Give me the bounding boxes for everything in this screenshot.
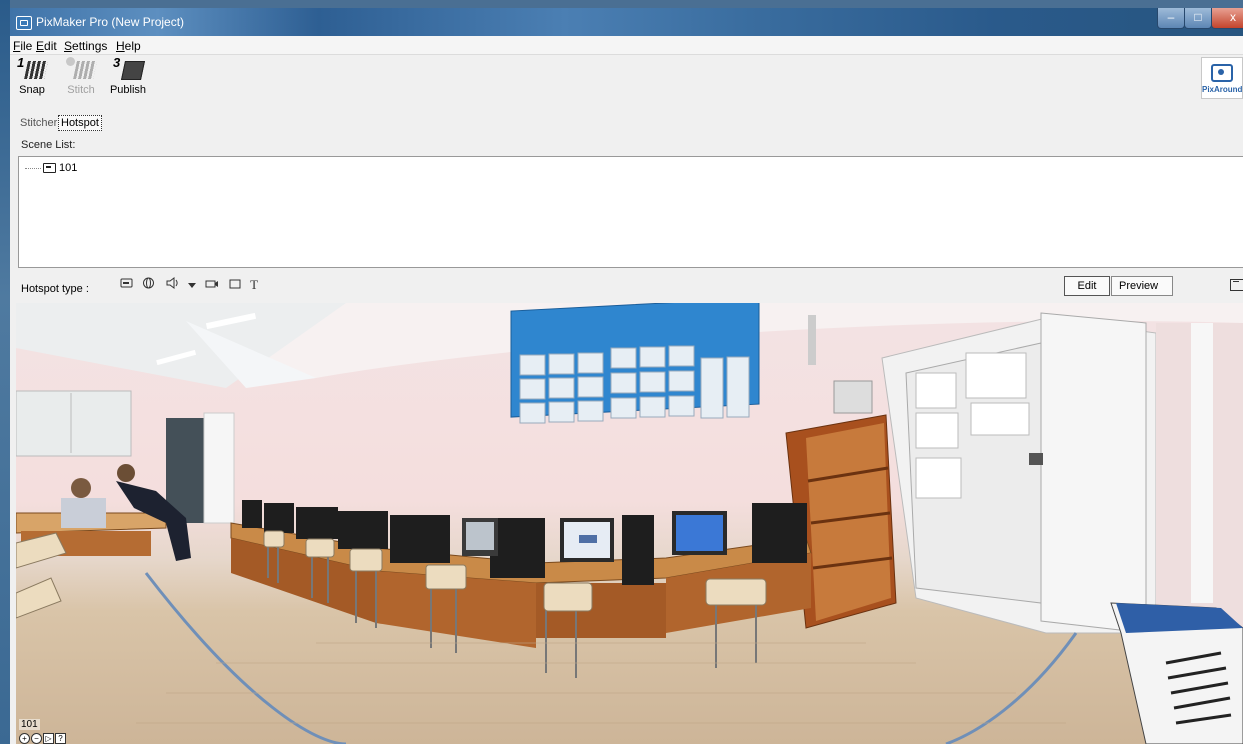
minimize-button[interactable]: – [1157, 8, 1185, 29]
scene-list-label: Scene List: [21, 139, 76, 151]
window-title: PixMaker Pro (New Project) [36, 15, 185, 29]
video-icon[interactable] [205, 278, 219, 292]
menu-settings[interactable]: Settings [64, 39, 107, 53]
publish-button[interactable]: 3 Publish [107, 55, 149, 96]
hotspot-type-label: Hotspot type : [21, 283, 89, 295]
menu-help[interactable]: Help [116, 39, 141, 53]
menu-file[interactable]: File [13, 39, 32, 53]
help-icon[interactable]: ? [55, 733, 66, 744]
app-content: File Edit Settings Help 1 Snap Stitch 3 … [10, 36, 1243, 744]
stitch-icon [66, 57, 97, 81]
snap-button[interactable]: 1 Snap [14, 55, 50, 96]
hotspot-toolbar: Hotspot type : T Edit Preview [10, 272, 1243, 302]
tab-stitcher[interactable]: Stitcher [20, 117, 57, 129]
title-bar[interactable]: PixMaker Pro (New Project) – □ x [10, 8, 1243, 36]
viewer-controls: + − ▷? [19, 733, 67, 744]
pixaround-button[interactable]: PixAround [1201, 57, 1243, 99]
window-frame-left [0, 0, 10, 744]
zoom-in-icon[interactable]: + [19, 733, 30, 744]
play-icon[interactable]: ▷ [43, 733, 54, 744]
pixaround-logo-icon [1211, 64, 1233, 82]
scene-list-item[interactable]: 101 [25, 162, 77, 174]
edit-button[interactable]: Edit [1064, 276, 1110, 296]
maximize-button[interactable]: □ [1184, 8, 1212, 29]
fullscreen-icon[interactable] [1230, 279, 1243, 291]
image-icon[interactable] [229, 278, 241, 292]
hotspot-type-icons: T [120, 277, 264, 293]
panorama-image [16, 303, 1243, 744]
mode-tabs: Stitcher Hotspot [10, 114, 1243, 134]
stitch-button[interactable]: Stitch [61, 57, 101, 96]
menu-bar: File Edit Settings Help [10, 36, 1243, 55]
dropdown-arrow-icon[interactable] [188, 278, 197, 292]
scene-name: 101 [59, 162, 78, 174]
scene-icon [43, 163, 56, 174]
tab-hotspot[interactable]: Hotspot [58, 115, 102, 131]
publish-icon: 3 [113, 55, 146, 81]
menu-edit[interactable]: Edit [36, 39, 57, 53]
text-icon[interactable]: T [250, 277, 258, 293]
preview-button[interactable]: Preview [1111, 276, 1173, 296]
zoom-out-icon[interactable]: − [31, 733, 42, 744]
publish-label: Publish [109, 84, 147, 96]
pixaround-logo-text: PixAround [1202, 85, 1243, 94]
app-icon [16, 16, 32, 30]
close-button[interactable]: x [1211, 8, 1243, 29]
snap-icon: 1 [17, 55, 48, 81]
scene-list[interactable]: 101 [18, 156, 1243, 268]
current-scene-label: 101 [19, 719, 40, 730]
toolbar: 1 Snap Stitch 3 Publish PixAround [10, 55, 1243, 113]
sound-icon[interactable] [165, 277, 179, 292]
stitch-label: Stitch [67, 84, 95, 96]
globe-icon[interactable] [142, 277, 155, 292]
snap-label: Snap [19, 84, 45, 96]
scene-hotspot-icon[interactable] [120, 278, 133, 292]
panorama-viewer[interactable]: 101 + − ▷? [16, 303, 1243, 744]
